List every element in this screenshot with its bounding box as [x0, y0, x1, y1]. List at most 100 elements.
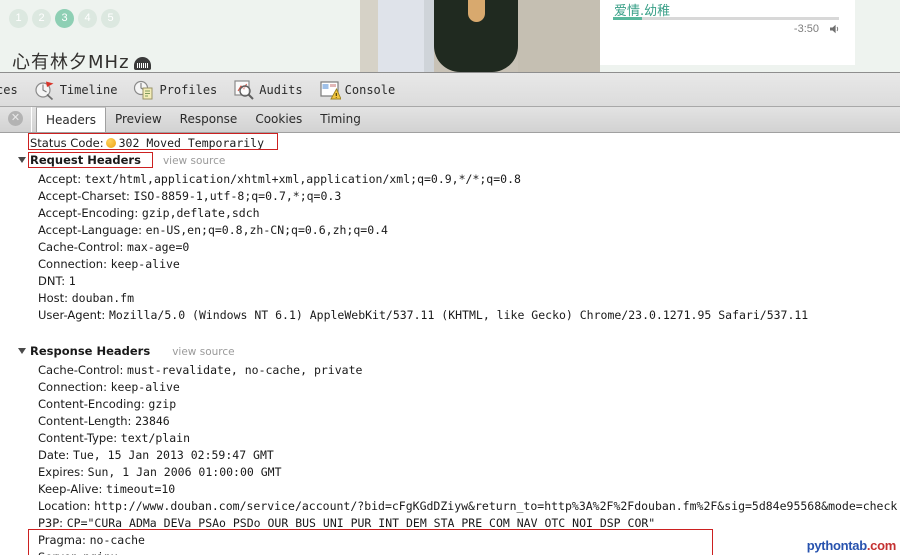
- header-value: text/html,application/xhtml+xml,applicat…: [84, 172, 521, 186]
- header-row: Cache-Control: max-age=0: [38, 239, 189, 256]
- tab-label: Cookies: [255, 112, 303, 126]
- header-name: Content-Length:: [38, 414, 136, 428]
- header-name: DNT:: [38, 274, 69, 288]
- art-figure-neck: [468, 0, 485, 22]
- toolbar-button-label: Timeline: [59, 82, 118, 97]
- header-row: Accept: text/html,application/xhtml+xml,…: [38, 171, 521, 188]
- header-row: Connection: keep-alive: [38, 256, 180, 273]
- radio-station-area: 12345 心有林夕MHz: [0, 0, 360, 72]
- header-name: Content-Type:: [38, 431, 121, 445]
- art-band: [360, 0, 378, 72]
- watermark-text: pythontab: [806, 538, 867, 553]
- header-name: Connection:: [38, 257, 111, 271]
- status-code-row: Status Code: 302 Moved Temporarily: [30, 135, 264, 152]
- response-headers-section-title[interactable]: Response Headers view source: [18, 343, 235, 360]
- devtools-toolbar: ces Timeline Profiles Audits Console: [0, 72, 900, 107]
- status-code-value: 302 Moved Temporarily: [118, 136, 265, 150]
- toolbar-button-ces[interactable]: ces: [0, 73, 26, 106]
- watermark: pythontab.com: [806, 538, 897, 553]
- tab-cookies[interactable]: Cookies: [246, 107, 311, 132]
- header-value: douban.fm: [71, 291, 135, 305]
- header-name: Content-Encoding:: [38, 397, 149, 411]
- header-row: Content-Length: 23846: [38, 413, 170, 430]
- profiles-icon: [134, 80, 153, 99]
- header-value: CP="CURa ADMa DEVa PSAo PSDo OUR BUS UNI…: [66, 516, 656, 530]
- header-row: Date: Tue, 15 Jan 2013 02:59:47 GMT: [38, 447, 274, 464]
- pagination-dot-1[interactable]: 1: [9, 9, 28, 28]
- timeline-icon: [35, 81, 54, 100]
- speaker-icon[interactable]: [830, 24, 841, 34]
- profiles-icon: [133, 79, 155, 101]
- header-name: Accept-Charset:: [38, 189, 134, 203]
- header-row: Content-Encoding: gzip: [38, 396, 176, 413]
- header-row: Keep-Alive: timeout=10: [38, 481, 175, 498]
- view-source-link-response[interactable]: view source: [172, 346, 234, 358]
- station-name: 心有林夕MHz: [12, 48, 151, 72]
- art-band: [378, 0, 424, 72]
- console-icon: [319, 79, 342, 101]
- pagination-dots[interactable]: 12345: [9, 9, 120, 28]
- header-value: ISO-8859-1,utf-8;q=0.7,*;q=0.3: [133, 189, 342, 203]
- toolbar-button-label: Console: [344, 82, 396, 97]
- header-row: Accept-Encoding: gzip,deflate,sdch: [38, 205, 260, 222]
- progress-bar[interactable]: [613, 17, 839, 20]
- toolbar-button-profiles[interactable]: Profiles: [125, 73, 225, 106]
- header-row: Host: douban.fm: [38, 290, 134, 307]
- chevron-down-icon[interactable]: [18, 348, 26, 354]
- header-value: Sun, 1 Jan 2006 01:00:00 GMT: [87, 465, 282, 479]
- header-name: Accept-Encoding:: [38, 206, 142, 220]
- status-warning-dot: [105, 138, 116, 148]
- audits-icon: [234, 79, 254, 100]
- pagination-dot-4[interactable]: 4: [78, 9, 97, 28]
- page-right-padding: [855, 0, 900, 72]
- tab-label: Headers: [46, 113, 96, 127]
- header-name: Host:: [38, 291, 72, 305]
- header-name: Cache-Control:: [38, 363, 128, 377]
- header-name: User-Agent:: [38, 308, 109, 322]
- header-name: Date:: [38, 448, 74, 462]
- pagination-dot-5[interactable]: 5: [101, 9, 120, 28]
- status-code-label: Status Code:: [30, 136, 104, 150]
- header-name: Keep-Alive:: [38, 482, 106, 496]
- header-value: en-US,en;q=0.8,zh-CN;q=0.6,zh;q=0.4: [145, 223, 388, 237]
- header-value: no-cache: [89, 533, 145, 547]
- header-value: keep-alive: [110, 257, 180, 271]
- toolbar-button-label: ces: [0, 82, 18, 97]
- header-row: Cache-Control: must-revalidate, no-cache…: [38, 362, 362, 379]
- header-value: text/plain: [120, 431, 191, 445]
- response-headers-label: Response Headers: [30, 344, 151, 358]
- header-row: Location: http://www.douban.com/service/…: [38, 498, 897, 515]
- pagination-dot-2[interactable]: 2: [32, 9, 51, 28]
- tab-timing[interactable]: Timing: [311, 107, 370, 132]
- tab-preview[interactable]: Preview: [106, 107, 171, 132]
- header-value: 23846: [135, 414, 170, 428]
- request-headers-section-title[interactable]: Request Headers view source: [18, 152, 225, 169]
- art-band: [424, 0, 434, 72]
- watermark-suffix: .com: [866, 538, 896, 553]
- header-row: P3P: CP="CURa ADMa DEVa PSAo PSDo OUR BU…: [38, 515, 655, 532]
- time-remaining: -3:50: [793, 23, 819, 35]
- header-value: http://www.douban.com/service/account/?b…: [94, 499, 898, 513]
- close-icon[interactable]: ✕: [8, 111, 23, 126]
- toolbar-button-label: Audits: [259, 82, 303, 97]
- station-name-text: 心有林夕MHz: [12, 52, 130, 72]
- toolbar-button-timeline[interactable]: Timeline: [26, 73, 126, 106]
- header-name: Server:: [38, 550, 83, 555]
- header-value: Mozilla/5.0 (Windows NT 6.1) AppleWebKit…: [108, 308, 809, 322]
- view-source-link-request[interactable]: view source: [163, 155, 225, 167]
- header-row: DNT: 1: [38, 273, 76, 290]
- headers-content: Status Code: 302 Moved Temporarily Reques…: [0, 133, 900, 555]
- audits-icon: [233, 79, 255, 101]
- header-value: timeout=10: [105, 482, 176, 496]
- pagination-dot-3[interactable]: 3: [55, 9, 74, 28]
- header-name: Cache-Control:: [38, 240, 128, 254]
- header-value: keep-alive: [110, 380, 180, 394]
- toolbar-button-console[interactable]: Console: [311, 73, 404, 106]
- chevron-down-icon[interactable]: [18, 157, 26, 163]
- header-name: Expires:: [38, 465, 88, 479]
- header-value: 1: [68, 274, 76, 288]
- toolbar-button-audits[interactable]: Audits: [225, 73, 310, 106]
- tab-headers[interactable]: Headers: [36, 107, 106, 132]
- console-icon: [320, 80, 342, 99]
- tab-response[interactable]: Response: [171, 107, 247, 132]
